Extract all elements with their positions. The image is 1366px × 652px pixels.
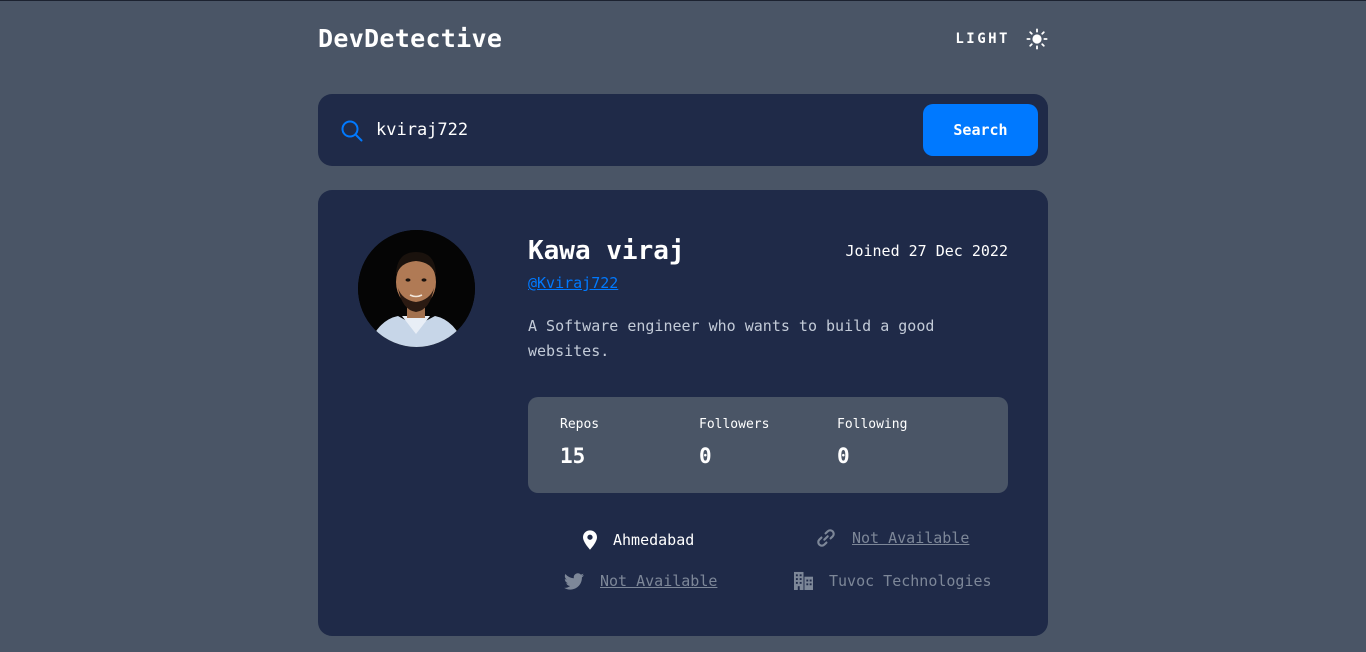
- location-row: Ahmedabad: [583, 530, 694, 550]
- twitter-row: Not Available: [564, 572, 717, 590]
- link-icon: [816, 528, 836, 548]
- stat-value: 15: [560, 444, 586, 468]
- stat-label: Following: [837, 417, 908, 432]
- twitter-link[interactable]: Not Available: [600, 572, 717, 590]
- stat-value: 0: [699, 444, 712, 468]
- profile-bio: A Software engineer who wants to build a…: [528, 317, 935, 360]
- stat-label: Repos: [560, 417, 600, 432]
- profile-card: Kawa viraj Joined 27 Dec 2022 @Kviraj722…: [318, 190, 1048, 636]
- stat-following: Following 0: [837, 417, 907, 468]
- stat-repos: Repos 15: [560, 417, 599, 468]
- stat-value: 0: [837, 444, 850, 468]
- search-input[interactable]: [376, 112, 916, 148]
- website-link[interactable]: Not Available: [852, 529, 969, 547]
- profile-name: Kawa viraj: [528, 236, 685, 266]
- search-icon: [340, 119, 364, 143]
- stats-panel: Repos 15 Followers 0 Following 0: [528, 397, 1008, 493]
- stat-followers: Followers 0: [699, 417, 769, 468]
- company-row: Tuvoc Technologies: [794, 571, 992, 590]
- joined-date: Joined 27 Dec 2022: [845, 242, 1008, 260]
- theme-toggle-label: LIGHT: [955, 31, 1010, 47]
- header: DevDetective LIGHT: [318, 22, 1048, 58]
- location-pin-icon: [583, 530, 597, 550]
- sun-icon: [1026, 28, 1048, 50]
- profile-handle-link[interactable]: @Kviraj722: [528, 274, 618, 292]
- theme-toggle-button[interactable]: LIGHT: [955, 22, 1048, 56]
- search-button[interactable]: Search: [923, 104, 1038, 156]
- avatar: [358, 230, 475, 347]
- stat-label: Followers: [699, 417, 770, 432]
- top-border: [0, 0, 1366, 1]
- search-bar: Search: [318, 94, 1048, 166]
- building-icon: [794, 571, 813, 590]
- location-text: Ahmedabad: [613, 531, 695, 549]
- company-text: Tuvoc Technologies: [829, 571, 992, 590]
- twitter-icon: [564, 572, 584, 590]
- website-row: Not Available: [816, 528, 969, 548]
- brand-logo: DevDetective: [318, 24, 503, 53]
